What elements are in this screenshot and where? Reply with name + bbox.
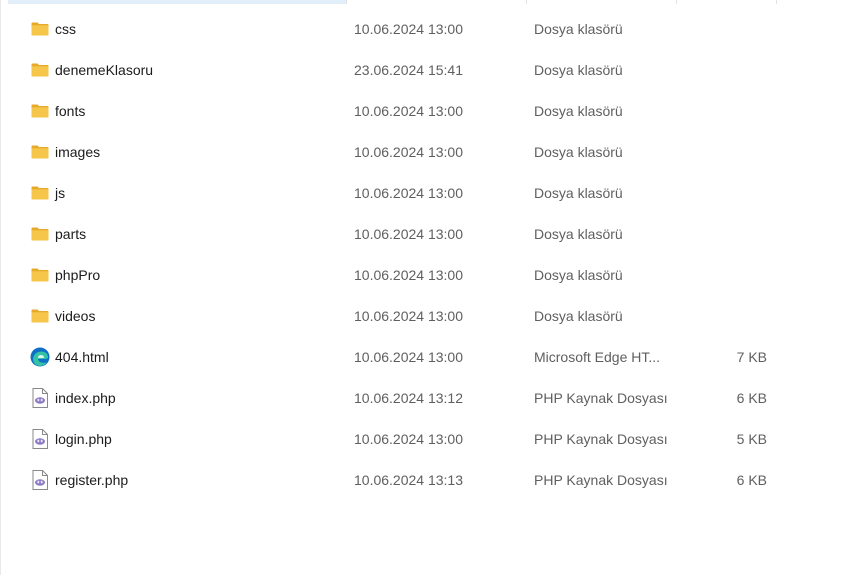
edge-html-icon — [30, 347, 50, 367]
file-size — [700, 9, 767, 50]
file-icon-cell — [29, 132, 51, 173]
file-modified-date: 23.06.2024 15:41 — [354, 62, 463, 78]
file-row[interactable]: 404.html 10.06.2024 13:00 Microsoft Edge H… — [0, 337, 852, 378]
file-row[interactable]: css 10.06.2024 13:00 Dosya klasörü — [0, 9, 852, 50]
folder-icon — [31, 186, 49, 200]
file-size — [700, 173, 767, 214]
folder-icon — [31, 145, 49, 159]
file-size: 6 KB — [736, 390, 767, 406]
file-modified-date: 10.06.2024 13:00 — [354, 144, 463, 160]
file-type: Microsoft Edge HT... — [534, 349, 661, 365]
file-modified-date: 10.06.2024 13:12 — [354, 390, 463, 406]
file-modified-date: 10.06.2024 13:13 — [354, 472, 463, 488]
file-name[interactable]: denemeKlasoru — [55, 50, 153, 91]
column-header-strip — [0, 0, 852, 4]
file-name[interactable]: css — [55, 9, 76, 50]
file-size — [700, 296, 767, 337]
file-icon-cell — [29, 337, 51, 378]
file-modified-date: 10.06.2024 13:00 — [354, 267, 463, 283]
file-row[interactable]: index.php 10.06.2024 13:12 PHP Kaynak Dosy… — [0, 378, 852, 419]
folder-icon — [31, 227, 49, 241]
folder-icon — [31, 268, 49, 282]
file-type: Dosya klasörü — [534, 267, 623, 283]
file-icon-cell — [29, 91, 51, 132]
php-file-icon — [32, 470, 48, 490]
file-icon-cell — [29, 214, 51, 255]
file-modified-date: 10.06.2024 13:00 — [354, 21, 463, 37]
folder-icon — [31, 104, 49, 118]
file-row[interactable]: phpPro 10.06.2024 13:00 Dosya klasörü — [0, 255, 852, 296]
file-name[interactable]: phpPro — [55, 255, 100, 296]
file-modified-date: 10.06.2024 13:00 — [354, 431, 463, 447]
php-file-icon — [32, 429, 48, 449]
file-type: PHP Kaynak Dosyası — [534, 431, 668, 447]
file-name[interactable]: js — [55, 173, 65, 214]
file-type: Dosya klasörü — [534, 185, 623, 201]
file-type: Dosya klasörü — [534, 62, 623, 78]
file-icon-cell — [29, 173, 51, 214]
column-divider-type[interactable] — [526, 0, 527, 4]
file-modified-date: 10.06.2024 13:00 — [354, 308, 463, 324]
folder-icon — [31, 22, 49, 36]
file-type: Dosya klasörü — [534, 21, 623, 37]
file-modified-date: 10.06.2024 13:00 — [354, 103, 463, 119]
folder-icon — [31, 63, 49, 77]
file-size — [700, 132, 767, 173]
file-size — [700, 214, 767, 255]
file-type: PHP Kaynak Dosyası — [534, 390, 668, 406]
file-type: Dosya klasörü — [534, 103, 623, 119]
file-icon-cell — [29, 9, 51, 50]
file-type: Dosya klasörü — [534, 144, 623, 160]
file-icon-cell — [29, 419, 51, 460]
file-name[interactable]: index.php — [55, 378, 116, 419]
column-header-name[interactable] — [8, 0, 347, 4]
column-divider-size[interactable] — [676, 0, 677, 4]
file-name[interactable]: parts — [55, 214, 86, 255]
file-type: PHP Kaynak Dosyası — [534, 472, 668, 488]
file-row[interactable]: login.php 10.06.2024 13:00 PHP Kaynak Dosy… — [0, 419, 852, 460]
file-name[interactable]: login.php — [55, 419, 112, 460]
file-icon-cell — [29, 50, 51, 91]
file-icon-cell — [29, 255, 51, 296]
file-type: Dosya klasörü — [534, 226, 623, 242]
php-file-icon — [32, 388, 48, 408]
file-name[interactable]: 404.html — [55, 337, 109, 378]
file-size: 7 KB — [736, 349, 767, 365]
column-divider-date[interactable] — [346, 0, 347, 4]
file-icon-cell — [29, 460, 51, 501]
file-modified-date: 10.06.2024 13:00 — [354, 185, 463, 201]
column-divider-end[interactable] — [776, 0, 777, 4]
file-name[interactable]: videos — [55, 296, 95, 337]
file-modified-date: 10.06.2024 13:00 — [354, 226, 463, 242]
file-modified-date: 10.06.2024 13:00 — [354, 349, 463, 365]
file-row[interactable]: register.php 10.06.2024 13:13 PHP Kaynak D… — [0, 460, 852, 501]
file-size: 6 KB — [736, 472, 767, 488]
file-size: 5 KB — [736, 431, 767, 447]
file-row[interactable]: js 10.06.2024 13:00 Dosya klasörü — [0, 173, 852, 214]
file-name[interactable]: register.php — [55, 460, 128, 501]
file-size — [700, 255, 767, 296]
file-icon-cell — [29, 296, 51, 337]
file-type: Dosya klasörü — [534, 308, 623, 324]
file-icon-cell — [29, 378, 51, 419]
file-row[interactable]: parts 10.06.2024 13:00 Dosya klasörü — [0, 214, 852, 255]
file-row[interactable]: videos 10.06.2024 13:00 Dosya klasörü — [0, 296, 852, 337]
file-size — [700, 50, 767, 91]
folder-icon — [31, 309, 49, 323]
file-row[interactable]: images 10.06.2024 13:00 Dosya klasörü — [0, 132, 852, 173]
file-size — [700, 91, 767, 132]
file-name[interactable]: images — [55, 132, 100, 173]
file-row[interactable]: fonts 10.06.2024 13:00 Dosya klasörü — [0, 91, 852, 132]
file-name[interactable]: fonts — [55, 91, 85, 132]
file-row[interactable]: denemeKlasoru 23.06.2024 15:41 Dosya klasö… — [0, 50, 852, 91]
